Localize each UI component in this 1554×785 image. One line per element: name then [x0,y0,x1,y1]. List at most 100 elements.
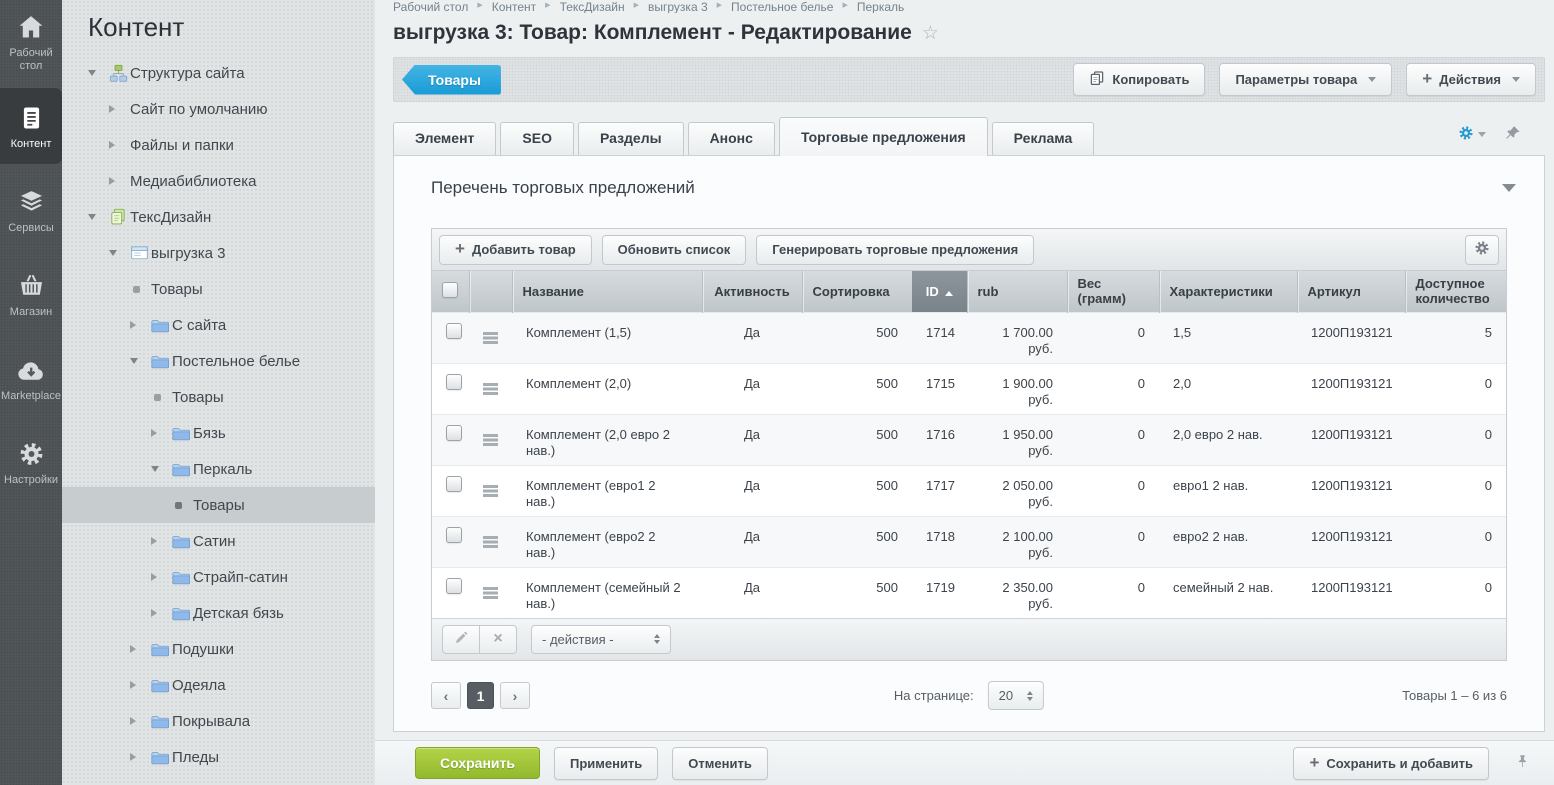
favorite-star-icon[interactable]: ☆ [922,22,939,45]
tree-toggle-icon[interactable] [151,537,172,545]
tree-toggle-icon[interactable] [172,502,193,509]
breadcrumb-link[interactable]: выгрузка 3 [648,0,708,13]
tree-toggle-icon[interactable] [130,321,151,329]
rail-item[interactable]: Сервисы [0,172,62,248]
tab[interactable]: Реклама [992,122,1095,155]
tree-toggle-icon[interactable] [109,177,130,185]
breadcrumb-link[interactable]: Постельное белье [731,0,833,13]
tab[interactable]: Торговые предложения [779,117,988,156]
tree-toggle-icon[interactable] [130,681,151,689]
pin-form-icon[interactable] [1504,125,1521,145]
tree-item[interactable]: Товары [62,487,375,523]
tree-toggle-icon[interactable] [151,466,172,472]
tree-toggle-icon[interactable] [130,645,151,653]
tree-toggle-icon[interactable] [151,609,172,617]
tree-toggle-icon[interactable] [151,573,172,581]
current-page-button[interactable]: 1 [467,682,494,709]
column-sort[interactable]: Сортировка [802,271,912,312]
offer-row[interactable]: Комплемент (2,0) Да 500 1715 1 900.00руб… [432,363,1506,414]
row-checkbox[interactable] [446,476,462,492]
tree-toggle-icon[interactable] [88,70,109,76]
breadcrumb-link[interactable]: Перкаль [857,0,904,13]
tree-item[interactable]: Товары [62,271,375,307]
generate-offers-button[interactable]: Генерировать торговые предложения [756,235,1034,265]
breadcrumb-link[interactable]: ТексДизайн [560,0,625,13]
tree-toggle-icon[interactable] [109,105,130,113]
column-quantity[interactable]: Доступное количество [1405,271,1506,312]
tab[interactable]: Разделы [578,122,684,155]
select-all-checkbox[interactable] [442,282,458,298]
tree-item[interactable]: Сайт по умолчанию [62,91,375,127]
tree-item[interactable]: Пледы [62,739,375,775]
column-id-sorted[interactable]: ID [912,271,967,312]
offer-row[interactable]: Комплемент (семейный 2 нав.) Да 500 1719… [432,567,1506,618]
product-params-button[interactable]: Параметры товара [1219,63,1392,96]
tree-toggle-icon[interactable] [109,250,130,256]
prev-page-button[interactable]: ‹ [431,682,461,709]
tree-toggle-icon[interactable] [109,141,130,149]
grid-settings-gear-button[interactable] [1465,235,1499,265]
rail-item[interactable]: Контент [0,88,62,164]
offer-row[interactable]: Комплемент (евро2 2 нав.) Да 500 1718 2 … [432,516,1506,567]
tab[interactable]: SEO [500,122,574,155]
tree-item[interactable]: Одеяла [62,667,375,703]
add-product-button[interactable]: + Добавить товар [439,235,592,265]
edit-selected-button[interactable] [442,625,480,654]
tree-item[interactable]: Страйп-сатин [62,559,375,595]
delete-selected-button[interactable]: × [479,625,517,654]
row-checkbox[interactable] [446,425,462,441]
pin-footer-icon[interactable] [1515,753,1530,773]
drag-handle-icon[interactable] [483,536,498,539]
drag-handle-icon[interactable] [483,485,498,488]
tree-toggle-icon[interactable] [130,753,151,761]
actions-button[interactable]: + Действия [1406,63,1536,96]
tree-toggle-icon[interactable] [130,717,151,725]
tree-item[interactable]: выгрузка 3 [62,235,375,271]
offer-row[interactable]: Комплемент (евро1 2 нав.) Да 500 1717 2 … [432,465,1506,516]
cancel-button[interactable]: Отменить [672,747,768,780]
tab[interactable]: Элемент [393,122,496,155]
row-checkbox[interactable] [446,323,462,339]
breadcrumb-link[interactable]: Контент [492,0,536,13]
tree-item[interactable]: Медиабиблиотека [62,163,375,199]
tree-item[interactable]: Подушки [62,631,375,667]
drag-handle-icon[interactable] [483,383,498,386]
back-to-products-button[interactable]: Товары [402,65,501,95]
tree-item[interactable]: Полотенца [62,775,375,785]
tree-toggle-icon[interactable] [130,286,151,293]
tree-item[interactable]: Постельное белье [62,343,375,379]
row-checkbox[interactable] [446,374,462,390]
save-button[interactable]: Сохранить [415,747,540,779]
drag-handle-icon[interactable] [483,587,498,590]
tree-item[interactable]: Перкаль [62,451,375,487]
column-weight[interactable]: Вес (грамм) [1067,271,1159,312]
offer-row[interactable]: Комплемент (2,0 евро 2 нав.) Да 500 1716… [432,414,1506,465]
column-active[interactable]: Активность [702,271,802,312]
breadcrumb-link[interactable]: Рабочий стол [393,0,468,13]
tree-item[interactable]: Бязь [62,415,375,451]
tree-toggle-icon[interactable] [130,358,151,364]
tree-item[interactable]: ТексДизайн [62,199,375,235]
tree-item[interactable]: Структура сайта [62,55,375,91]
group-actions-select[interactable]: - действия - [531,625,671,654]
rail-item[interactable]: Настройки [0,424,62,500]
form-settings-gear-icon[interactable] [1457,124,1486,145]
save-and-add-button[interactable]: + Сохранить и добавить [1293,747,1489,780]
offer-row[interactable]: Комплемент (1,5) Да 500 1714 1 700.00руб… [432,312,1506,363]
per-page-select[interactable]: 20 [988,681,1044,710]
rail-item[interactable]: Рабочий стол [0,4,62,80]
tree-toggle-icon[interactable] [88,214,109,220]
tree-item[interactable]: Сатин [62,523,375,559]
column-name[interactable]: Название [512,271,702,312]
tree-item[interactable]: Покрывала [62,703,375,739]
tree-item[interactable]: Файлы и папки [62,127,375,163]
tree-item[interactable]: Детская бязь [62,595,375,631]
rail-item[interactable]: Marketplace [0,340,62,416]
refresh-list-button[interactable]: Обновить список [602,235,747,265]
collapse-section-icon[interactable] [1502,184,1516,192]
tree-toggle-icon[interactable] [151,394,172,401]
column-characteristics[interactable]: Характеристики [1159,271,1297,312]
tree-item[interactable]: С сайта [62,307,375,343]
row-checkbox[interactable] [446,527,462,543]
tree-toggle-icon[interactable] [151,429,172,437]
